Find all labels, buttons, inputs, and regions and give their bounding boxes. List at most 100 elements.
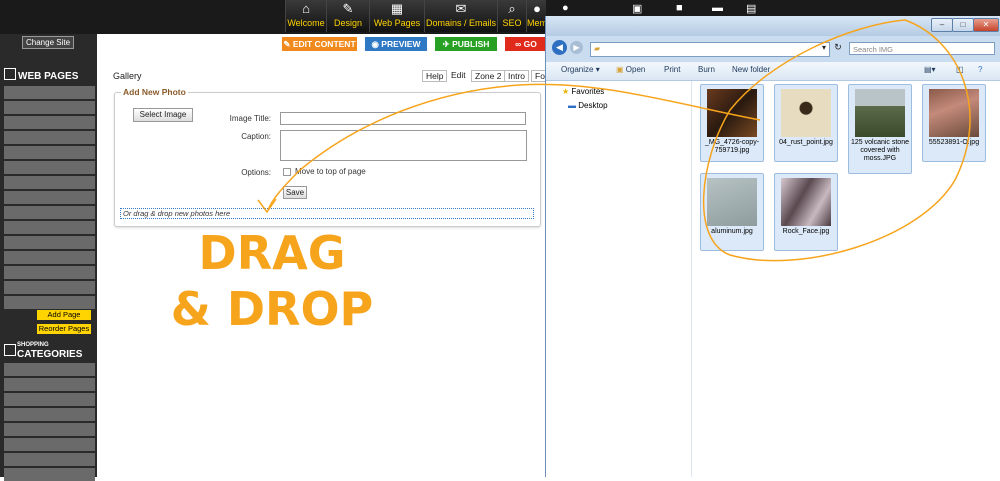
nav-web-pages[interactable]: ▦ Web Pages: [369, 0, 424, 32]
sidebar-item[interactable]: [4, 363, 95, 376]
tab-zone-2[interactable]: Zone 2: [471, 70, 506, 82]
new-folder-button[interactable]: New folder: [732, 65, 770, 74]
image-thumbnail: [855, 89, 905, 137]
nav-design-label: Design: [333, 18, 362, 28]
file-tile[interactable]: aluminum.jpg: [700, 173, 764, 251]
back-arrow-icon[interactable]: ◀: [552, 40, 567, 55]
sidebar-item[interactable]: [4, 423, 95, 436]
search-input[interactable]: Search IMG: [849, 42, 995, 55]
open-button[interactable]: ▣ Open: [616, 65, 645, 74]
sidebar-item[interactable]: [4, 161, 95, 174]
move-to-top-checkbox[interactable]: [283, 168, 291, 176]
drop-zone[interactable]: Or drag & drop new photos here: [120, 208, 534, 219]
select-image-button[interactable]: Select Image: [133, 108, 193, 122]
edit-content-button[interactable]: ✎ EDIT CONTENT: [282, 37, 357, 51]
drag-drop-annotation: DRAG & DROP: [167, 225, 377, 337]
desktop-icon: ▬: [568, 101, 576, 110]
preview-button[interactable]: ◉ PREVIEW: [365, 37, 427, 51]
edit-icon: [4, 68, 16, 80]
sidebar-item[interactable]: [4, 296, 95, 309]
sidebar-item[interactable]: [4, 393, 95, 406]
categories-heading: SHOPPING CATEGORIES: [4, 341, 82, 360]
annotation-line-2: & DROP: [170, 282, 374, 336]
forward-arrow-icon[interactable]: ▶: [570, 41, 583, 54]
sidebar-item[interactable]: [4, 116, 95, 129]
nav-domains-emails[interactable]: ✉ Domains / Emails: [424, 0, 497, 32]
image-icon: ▣: [616, 65, 624, 74]
add-page-button[interactable]: Add Page: [37, 310, 91, 320]
sidebar-item[interactable]: [4, 438, 95, 451]
print-button[interactable]: Print: [664, 65, 680, 74]
go-label: GO: [523, 39, 537, 49]
sidebar: Change Site WEB PAGES Add Page Reorder P…: [0, 34, 97, 481]
members-icon: ●: [562, 2, 569, 14]
sidebar-item[interactable]: [4, 378, 95, 391]
burn-button[interactable]: Burn: [698, 65, 715, 74]
sidebar-item[interactable]: [4, 236, 95, 249]
save-button[interactable]: Save: [283, 186, 307, 199]
sidebar-item[interactable]: [4, 221, 95, 234]
sidebar-item[interactable]: [4, 408, 95, 421]
address-bar-area: ◀ ▶ ▰ ▾ ↻ Search IMG: [546, 36, 1000, 62]
reorder-pages-button[interactable]: Reorder Pages: [37, 324, 91, 334]
tab-help[interactable]: Help: [422, 70, 448, 82]
file-tile[interactable]: Rock_Face.jpg: [774, 173, 838, 251]
close-icon[interactable]: ✕: [973, 18, 999, 32]
caption-textarea[interactable]: [280, 130, 527, 161]
sidebar-item[interactable]: [4, 468, 95, 481]
nav-design[interactable]: ✎ Design: [326, 0, 369, 32]
maximize-icon[interactable]: □: [952, 18, 974, 32]
sidebar-item[interactable]: [4, 146, 95, 159]
image-thumbnail: [929, 89, 979, 137]
sidebar-item[interactable]: [4, 266, 95, 279]
help-icon[interactable]: ?: [978, 65, 982, 74]
publish-button[interactable]: ✈ PUBLISH: [435, 37, 497, 51]
file-tile[interactable]: 55523891-O.jpg: [922, 84, 986, 162]
organize-label: Organize: [561, 65, 594, 74]
sidebar-item[interactable]: [4, 176, 95, 189]
nav-members[interactable]: ● Mem: [526, 0, 547, 32]
tab-edit[interactable]: Edit: [448, 70, 469, 80]
window-titlebar[interactable]: – □ ✕: [546, 16, 1000, 36]
chevron-down-icon[interactable]: ▾: [822, 43, 826, 52]
open-label: Open: [625, 65, 646, 74]
sidebar-item[interactable]: [4, 191, 95, 204]
refresh-icon[interactable]: ↻: [831, 42, 845, 55]
publish-icon: ✈: [442, 39, 453, 49]
sidebar-item[interactable]: [4, 131, 95, 144]
eye-icon: ◉: [371, 39, 382, 49]
file-tile[interactable]: _MG_4726-copy-759719.jpg: [700, 84, 764, 162]
file-name: 55523891-O.jpg: [928, 139, 980, 146]
change-site-button[interactable]: Change Site: [22, 36, 75, 49]
sidebar-item[interactable]: [4, 86, 95, 99]
organize-menu[interactable]: Organize ▾: [561, 65, 600, 74]
sidebar-item[interactable]: [4, 281, 95, 294]
file-name: 04_rust_point.jpg: [779, 139, 833, 146]
file-tile[interactable]: 04_rust_point.jpg: [774, 84, 838, 162]
sidebar-item[interactable]: [4, 101, 95, 114]
favorites-item[interactable]: ★ Favorites: [562, 87, 604, 96]
folder-icon: ▬: [712, 2, 723, 14]
sidebar-item[interactable]: [4, 206, 95, 219]
preview-pane-icon[interactable]: ◫: [956, 65, 964, 74]
nav-welcome[interactable]: ⌂ Welcome: [285, 0, 326, 32]
move-to-top-label: Move to top of page: [295, 167, 366, 176]
nav-web-pages-label: Web Pages: [373, 18, 421, 28]
nav-domains-label: Domains / Emails: [425, 18, 497, 28]
sidebar-item[interactable]: [4, 453, 95, 466]
view-options-icon[interactable]: ▤▾: [924, 65, 936, 74]
tab-intro[interactable]: Intro: [504, 70, 530, 82]
file-tile[interactable]: 125 volcanic stone covered with moss.JPG: [848, 84, 912, 174]
envelope-icon: ✉: [455, 1, 467, 16]
go-button[interactable]: ∞ GO: [505, 37, 547, 51]
image-title-input[interactable]: [280, 112, 526, 125]
minimize-icon[interactable]: –: [931, 18, 953, 32]
page-title: Gallery: [113, 71, 142, 81]
image-title-label: Image Title:: [229, 114, 271, 123]
image-thumbnail: [781, 89, 831, 137]
nav-seo[interactable]: ⌕ SEO: [497, 0, 526, 32]
sidebar-item[interactable]: [4, 251, 95, 264]
address-input[interactable]: ▰ ▾: [590, 42, 830, 57]
file-name: _MG_4726-copy-759719.jpg: [704, 139, 760, 154]
desktop-item[interactable]: ▬ Desktop: [568, 101, 608, 110]
